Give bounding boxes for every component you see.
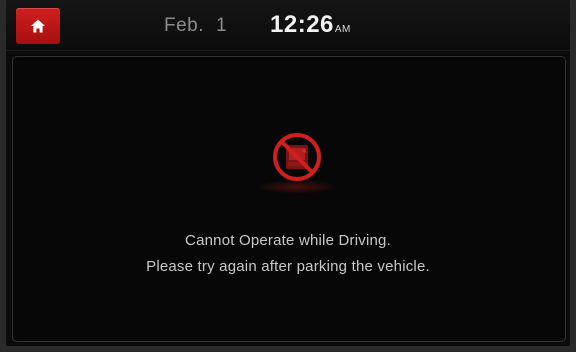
home-icon xyxy=(31,19,45,33)
clock-display: 12:26AM xyxy=(270,11,351,39)
clock-ampm: AM xyxy=(334,24,351,35)
date-display: Feb. 1 xyxy=(164,15,227,37)
date-month: Feb. xyxy=(164,15,205,36)
screen: Feb. 1 12:26AM Cannot Operate while Drivi… xyxy=(0,0,576,352)
clock-time: 12:26 xyxy=(270,11,334,38)
no-operation-while-driving-icon xyxy=(268,128,326,186)
warning-message-line-2: Please try again after parking the vehic… xyxy=(146,258,430,275)
status-bar: Feb. 1 12:26AM xyxy=(6,0,570,51)
home-button[interactable] xyxy=(16,8,60,44)
content-panel xyxy=(12,56,566,342)
date-day: 1 xyxy=(216,15,228,36)
warning-message-line-1: Cannot Operate while Driving. xyxy=(185,232,391,249)
